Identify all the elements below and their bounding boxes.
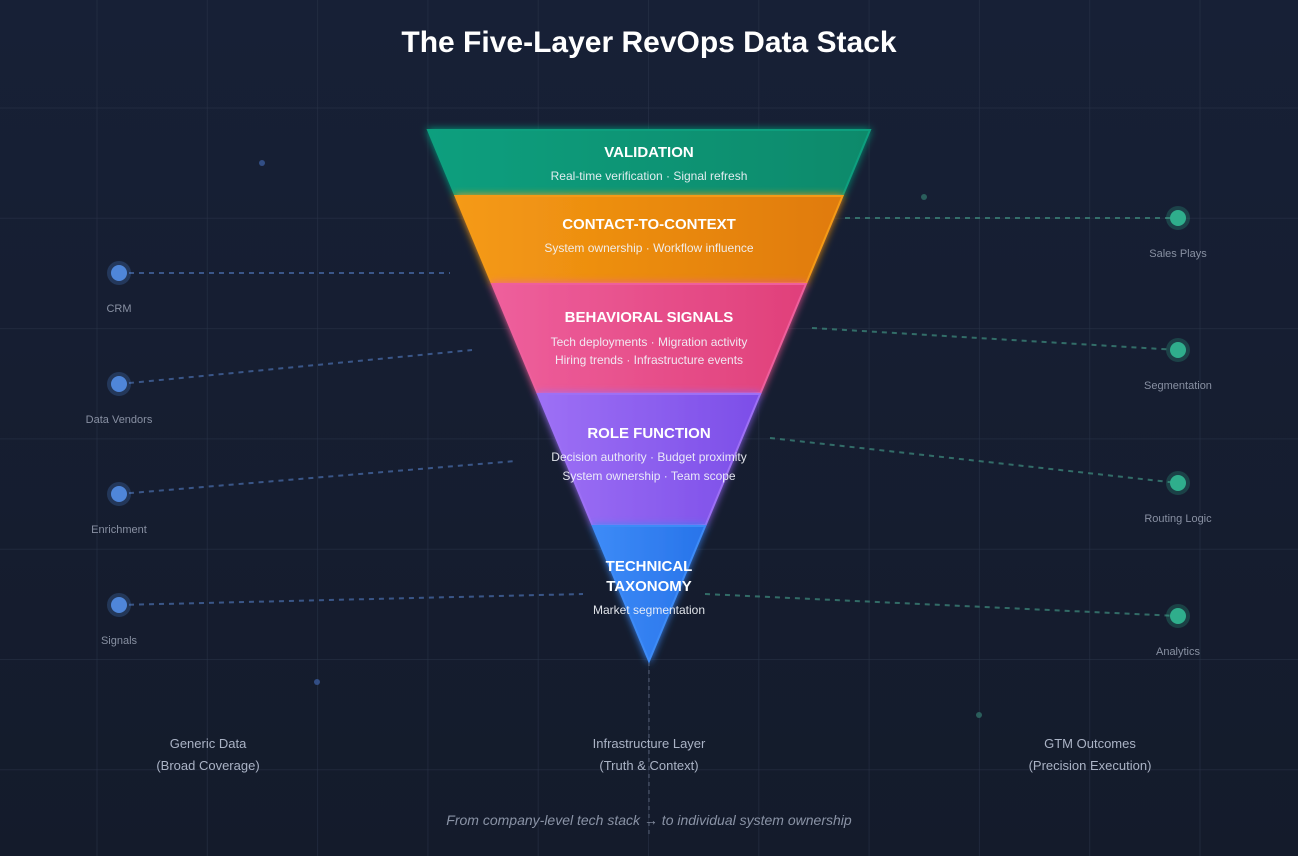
column-subtitle-gtm-outcomes: (Precision Execution) <box>1029 758 1152 773</box>
decorative-dot <box>314 679 320 685</box>
node-dot <box>1170 475 1186 491</box>
column-subtitle-generic-data: (Broad Coverage) <box>156 758 259 773</box>
column-title-generic-data: Generic Data <box>170 736 247 751</box>
node-dot <box>1170 608 1186 624</box>
layer-detail: System ownership · Workflow influence <box>544 241 754 255</box>
node-label: Analytics <box>1156 646 1201 658</box>
layer-detail: Hiring trends · Infrastructure events <box>555 353 743 367</box>
node-label: Sales Plays <box>1149 248 1207 260</box>
node-label: Enrichment <box>91 524 147 536</box>
diagram-stage: VALIDATION Real-time verification · Signa… <box>0 0 1298 856</box>
node-dot <box>1170 342 1186 358</box>
node-dot <box>111 265 127 281</box>
layer-title: CONTACT-TO-CONTEXT <box>562 216 736 233</box>
node-label: Segmentation <box>1144 380 1212 392</box>
node-dot <box>111 376 127 392</box>
column-subtitle-infrastructure-layer: (Truth & Context) <box>599 758 698 773</box>
layer-title: ROLE FUNCTION <box>587 425 710 442</box>
layer-title: BEHAVIORAL SIGNALS <box>565 309 734 326</box>
node-label: CRM <box>106 303 131 315</box>
node-label: Routing Logic <box>1144 513 1212 525</box>
layer-shape <box>426 129 872 196</box>
column-title-infrastructure-layer: Infrastructure Layer <box>593 736 706 751</box>
revops-stack-diagram: VALIDATION Real-time verification · Signa… <box>0 0 1298 856</box>
layer-detail: Decision authority · Budget proximity <box>551 450 746 464</box>
layer-shape <box>453 195 845 284</box>
column-title-gtm-outcomes: GTM Outcomes <box>1044 736 1136 751</box>
layer-detail: System ownership · Team scope <box>562 469 736 483</box>
node-dot <box>111 486 127 502</box>
node-dot <box>1170 210 1186 226</box>
layer-detail: Real-time verification · Signal refresh <box>551 169 748 183</box>
layer-contact-to-context: CONTACT-TO-CONTEXT System ownership · Wor… <box>453 195 845 284</box>
diagram-title: The Five-Layer RevOps Data Stack <box>401 26 897 59</box>
decorative-dot <box>259 160 265 166</box>
layer-title: TAXONOMY <box>606 578 692 595</box>
footnote: From company-level tech stack → to indiv… <box>446 812 852 828</box>
node-dot <box>111 597 127 613</box>
layer-title: VALIDATION <box>604 144 693 161</box>
decorative-dot <box>976 712 982 718</box>
layer-validation: VALIDATION Real-time verification · Signa… <box>426 129 872 196</box>
decorative-dot <box>921 194 927 200</box>
layer-title: TECHNICAL <box>606 558 693 575</box>
node-label: Data Vendors <box>86 414 153 426</box>
layer-detail: Tech deployments · Migration activity <box>551 335 748 349</box>
node-label: Signals <box>101 635 138 647</box>
layer-detail: Market segmentation <box>593 603 705 617</box>
layer-behavioral-signals: BEHAVIORAL SIGNALS Tech deployments · Mig… <box>490 283 808 394</box>
